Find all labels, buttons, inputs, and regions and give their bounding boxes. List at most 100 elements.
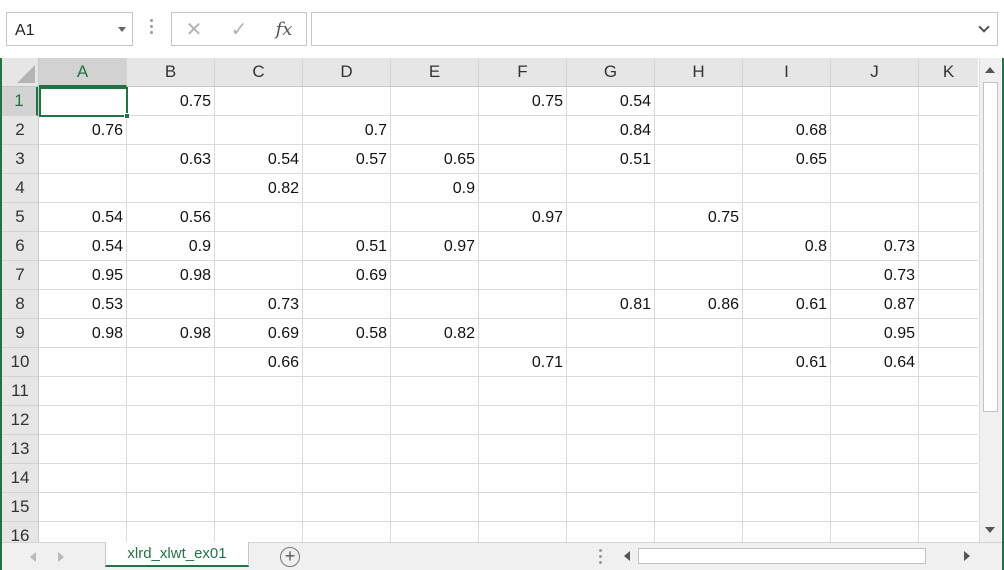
cell-j3[interactable] xyxy=(831,145,919,174)
cell-k2[interactable] xyxy=(919,116,978,145)
cell-h7[interactable] xyxy=(655,261,743,290)
cell-g13[interactable] xyxy=(567,435,655,464)
add-sheet-icon[interactable]: + xyxy=(280,547,300,567)
cell-b3[interactable]: 0.63 xyxy=(127,145,215,174)
vertical-scrollbar[interactable] xyxy=(979,58,1001,542)
cell-b13[interactable] xyxy=(127,435,215,464)
row-header-4[interactable]: 4 xyxy=(2,174,38,203)
cell-i3[interactable]: 0.65 xyxy=(743,145,831,174)
vertical-dots-icon[interactable] xyxy=(148,19,154,39)
cell-e16[interactable] xyxy=(391,522,479,542)
row-header-12[interactable]: 12 xyxy=(2,406,38,435)
cell-e14[interactable] xyxy=(391,464,479,493)
cell-g6[interactable] xyxy=(567,232,655,261)
cell-i11[interactable] xyxy=(743,377,831,406)
column-header-j[interactable]: J xyxy=(831,58,919,86)
cell-j1[interactable] xyxy=(831,87,919,116)
insert-function-icon[interactable]: fx xyxy=(264,13,304,45)
cell-a8[interactable]: 0.53 xyxy=(39,290,127,319)
cell-i8[interactable]: 0.61 xyxy=(743,290,831,319)
cell-j8[interactable]: 0.87 xyxy=(831,290,919,319)
cell-j7[interactable]: 0.73 xyxy=(831,261,919,290)
cell-i6[interactable]: 0.8 xyxy=(743,232,831,261)
cell-j6[interactable]: 0.73 xyxy=(831,232,919,261)
cell-h16[interactable] xyxy=(655,522,743,542)
chevron-down-icon[interactable] xyxy=(118,27,126,32)
cell-d14[interactable] xyxy=(303,464,391,493)
column-header-c[interactable]: C xyxy=(215,58,303,86)
cell-d9[interactable]: 0.58 xyxy=(303,319,391,348)
column-header-h[interactable]: H xyxy=(655,58,743,86)
fill-handle[interactable] xyxy=(124,113,130,119)
cell-k10[interactable] xyxy=(919,348,978,377)
cell-h5[interactable]: 0.75 xyxy=(655,203,743,232)
cell-b12[interactable] xyxy=(127,406,215,435)
row-header-8[interactable]: 8 xyxy=(2,290,38,319)
column-header-i[interactable]: I xyxy=(743,58,831,86)
cell-a10[interactable] xyxy=(39,348,127,377)
cell-k7[interactable] xyxy=(919,261,978,290)
cell-g3[interactable]: 0.51 xyxy=(567,145,655,174)
cell-e5[interactable] xyxy=(391,203,479,232)
cell-i5[interactable] xyxy=(743,203,831,232)
cell-b1[interactable]: 0.75 xyxy=(127,87,215,116)
cell-i13[interactable] xyxy=(743,435,831,464)
horizontal-scroll-thumb[interactable] xyxy=(638,548,926,564)
cell-b11[interactable] xyxy=(127,377,215,406)
cell-b6[interactable]: 0.9 xyxy=(127,232,215,261)
cell-a2[interactable]: 0.76 xyxy=(39,116,127,145)
cell-h1[interactable] xyxy=(655,87,743,116)
cell-k13[interactable] xyxy=(919,435,978,464)
cell-f1[interactable]: 0.75 xyxy=(479,87,567,116)
cell-b15[interactable] xyxy=(127,493,215,522)
cell-g8[interactable]: 0.81 xyxy=(567,290,655,319)
vertical-scroll-thumb[interactable] xyxy=(983,82,998,412)
next-sheet-icon[interactable] xyxy=(58,552,64,562)
cell-i12[interactable] xyxy=(743,406,831,435)
cell-a12[interactable] xyxy=(39,406,127,435)
cell-f16[interactable] xyxy=(479,522,567,542)
cell-i10[interactable]: 0.61 xyxy=(743,348,831,377)
cell-h4[interactable] xyxy=(655,174,743,203)
cell-f8[interactable] xyxy=(479,290,567,319)
cell-e11[interactable] xyxy=(391,377,479,406)
cell-i2[interactable]: 0.68 xyxy=(743,116,831,145)
scroll-left-button[interactable] xyxy=(624,551,630,561)
cell-h11[interactable] xyxy=(655,377,743,406)
cell-c3[interactable]: 0.54 xyxy=(215,145,303,174)
cell-f6[interactable] xyxy=(479,232,567,261)
cell-c2[interactable] xyxy=(215,116,303,145)
cell-k15[interactable] xyxy=(919,493,978,522)
column-header-d[interactable]: D xyxy=(303,58,391,86)
cell-h10[interactable] xyxy=(655,348,743,377)
cell-b4[interactable] xyxy=(127,174,215,203)
cell-e13[interactable] xyxy=(391,435,479,464)
select-all-button[interactable] xyxy=(2,58,39,87)
cell-c4[interactable]: 0.82 xyxy=(215,174,303,203)
cell-d2[interactable]: 0.7 xyxy=(303,116,391,145)
row-header-9[interactable]: 9 xyxy=(2,319,38,348)
cell-b10[interactable] xyxy=(127,348,215,377)
cell-f5[interactable]: 0.97 xyxy=(479,203,567,232)
cancel-icon[interactable]: ✕ xyxy=(174,13,214,45)
cell-f15[interactable] xyxy=(479,493,567,522)
cell-e7[interactable] xyxy=(391,261,479,290)
cell-f10[interactable]: 0.71 xyxy=(479,348,567,377)
cell-a9[interactable]: 0.98 xyxy=(39,319,127,348)
formula-input[interactable] xyxy=(311,12,998,46)
cell-a3[interactable] xyxy=(39,145,127,174)
cell-a5[interactable]: 0.54 xyxy=(39,203,127,232)
cell-a15[interactable] xyxy=(39,493,127,522)
cell-f2[interactable] xyxy=(479,116,567,145)
cell-h14[interactable] xyxy=(655,464,743,493)
cell-b14[interactable] xyxy=(127,464,215,493)
cell-h8[interactable]: 0.86 xyxy=(655,290,743,319)
cell-g9[interactable] xyxy=(567,319,655,348)
cell-c6[interactable] xyxy=(215,232,303,261)
cell-f11[interactable] xyxy=(479,377,567,406)
cell-i15[interactable] xyxy=(743,493,831,522)
row-header-3[interactable]: 3 xyxy=(2,145,38,174)
scroll-up-button[interactable] xyxy=(981,60,999,80)
cell-g16[interactable] xyxy=(567,522,655,542)
row-header-11[interactable]: 11 xyxy=(2,377,38,406)
